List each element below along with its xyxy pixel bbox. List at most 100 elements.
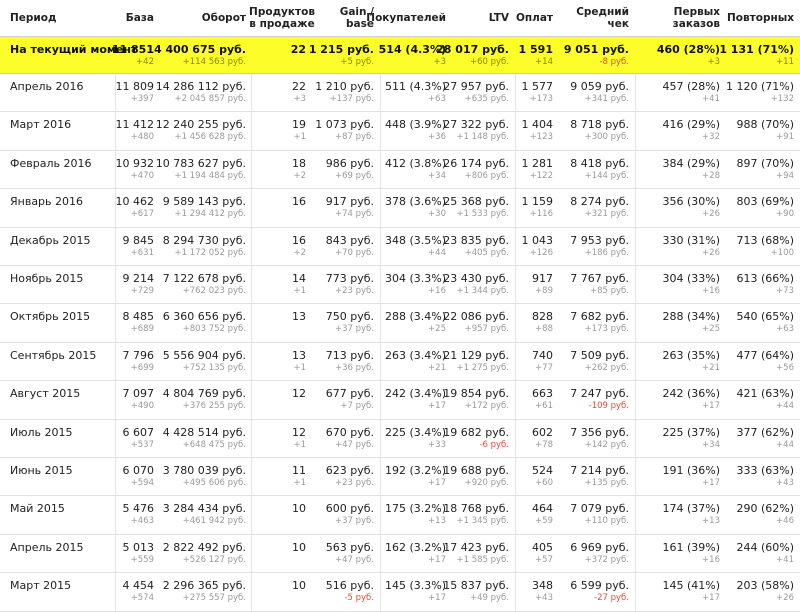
table-row[interactable]: Ноябрь 2015 9 214 +729 7 122 678 руб. +762 0…: [0, 266, 800, 305]
turnover-delta: +1 172 052 руб.: [174, 247, 246, 258]
avg-check-delta: +321 руб.: [584, 209, 629, 220]
cell-turnover: 4 428 514 руб. +648 475 руб.: [160, 420, 252, 457]
cell-repeat-orders: 713 (68%) +100: [726, 228, 800, 265]
header-ltv[interactable]: LTV: [452, 0, 515, 36]
products-value: 18: [292, 156, 306, 170]
buyers-delta: +44: [428, 247, 446, 258]
gain-delta: -5 руб.: [344, 593, 374, 604]
header-repeat-orders[interactable]: Повторных: [726, 0, 800, 36]
table-row[interactable]: Октябрь 2015 8 485 +689 6 360 656 руб. +803 …: [0, 304, 800, 343]
cell-avg-check: 9 059 руб. +341 руб.: [559, 74, 635, 111]
repeat-orders-value: 897 (70%): [736, 156, 794, 170]
products-value: 14: [292, 272, 306, 285]
buyers-delta: +3: [433, 57, 446, 67]
cell-repeat-orders: 613 (66%) +73: [726, 266, 800, 303]
header-base[interactable]: База: [115, 0, 160, 36]
gain-delta: +137 руб.: [329, 94, 374, 104]
table-row[interactable]: Июль 2015 6 607 +537 4 428 514 руб. +648 475…: [0, 420, 800, 458]
cell-ltv: 17 423 руб. +1 585 руб.: [443, 535, 515, 572]
header-buyers[interactable]: Покупателей: [366, 0, 452, 36]
first-orders-value: 356 (30%): [662, 195, 720, 209]
payments-value: 348: [532, 579, 553, 593]
cell-gain: 843 руб. +70 руб.: [312, 228, 380, 265]
gain-delta: +70 руб.: [334, 247, 374, 258]
payments-value: 740: [532, 348, 553, 362]
table-row[interactable]: Январь 2016 10 462 +617 9 589 143 руб. +1 29…: [0, 189, 800, 228]
cell-turnover: 10 783 627 руб. +1 194 484 руб.: [156, 151, 252, 188]
cell-gain: 516 руб. -5 руб.: [312, 573, 380, 610]
avg-check-value: 8 274 руб.: [570, 195, 629, 209]
repeat-orders-delta: +46: [776, 516, 794, 527]
cell-ltv: 19 682 руб. -6 руб.: [443, 420, 515, 457]
gain-delta: +74 руб.: [334, 209, 374, 220]
cell-turnover: 2 296 365 руб. +275 557 руб.: [160, 573, 252, 610]
cell-base: 10 462 +617: [115, 189, 160, 226]
cell-base: 4 454 +574: [115, 573, 160, 610]
gain-delta: +23 руб.: [334, 286, 374, 296]
gain-value: 563 руб.: [325, 540, 374, 554]
table-row[interactable]: Март 2016 11 412 +480 12 240 255 руб. +1 456…: [0, 112, 800, 151]
header-turnover[interactable]: Оборот: [160, 0, 252, 36]
table-row[interactable]: Август 2015 7 097 +490 4 804 769 руб. +376 2…: [0, 381, 800, 420]
turnover-delta: +1 294 412 руб.: [174, 209, 246, 220]
payments-delta: +61: [535, 401, 553, 412]
header-period[interactable]: Период: [0, 0, 115, 36]
header-avg-check[interactable]: Средний чек: [559, 0, 635, 36]
products-value: 10: [292, 502, 306, 516]
period-label: Ноябрь 2015: [10, 272, 84, 285]
base-value: 7 796: [122, 348, 155, 362]
gain-value: 773 руб.: [325, 272, 374, 285]
header-first-orders[interactable]: Первых заказов: [635, 0, 726, 36]
cell-products: 13: [252, 304, 312, 341]
cell-products: 13 +1: [252, 343, 312, 380]
period-label: Октябрь 2015: [10, 310, 91, 324]
cell-payments: 1 404 +123: [515, 112, 559, 149]
ltv-delta: +49 руб.: [469, 593, 509, 604]
cell-turnover: 14 286 112 руб. +2 045 857 руб.: [156, 74, 252, 111]
table-row[interactable]: Июнь 2015 6 070 +594 3 780 039 руб. +495 606…: [0, 458, 800, 497]
cell-period: Май 2015: [0, 496, 115, 533]
cell-period: Август 2015: [0, 381, 115, 418]
table-row[interactable]: Март 2015 4 454 +574 2 296 365 руб. +275 557…: [0, 573, 800, 612]
header-products[interactable]: Продуктов в продаже: [249, 0, 315, 36]
table-row[interactable]: Декабрь 2015 9 845 +631 8 294 730 руб. +1 17…: [0, 228, 800, 266]
avg-check-delta: +186 руб.: [584, 247, 629, 258]
table-row[interactable]: Май 2015 5 476 +463 3 284 434 руб. +461 942 …: [0, 496, 800, 535]
cell-gain: 917 руб. +74 руб.: [312, 189, 380, 226]
table-row[interactable]: Февраль 2016 10 932 +470 10 783 627 руб. +1 …: [0, 151, 800, 190]
current-moment-row: На текущий момент 11 851 +42 14 400 675 р…: [0, 37, 800, 74]
base-value: 9 845: [122, 233, 155, 247]
repeat-orders-value: 1 131 (71%): [719, 43, 794, 56]
buyers-delta: +25: [428, 324, 446, 335]
turnover-delta: +1 456 628 руб.: [174, 132, 246, 143]
table-row[interactable]: Апрель 2015 5 013 +559 2 822 492 руб. +526 1…: [0, 535, 800, 574]
avg-check-delta: +135 руб.: [584, 478, 629, 488]
cell-ltv: 26 174 руб. +806 руб.: [443, 151, 515, 188]
payments-value: 464: [532, 502, 553, 516]
buyers-value: 348 (3.5%): [384, 233, 446, 247]
cell-buyers: 448 (3.9%) +36: [380, 112, 452, 149]
cell-payments: 1 159 +116: [515, 189, 559, 226]
cell-repeat-orders: 897 (70%) +94: [726, 151, 800, 188]
cell-avg-check: 6 599 руб. -27 руб.: [559, 573, 635, 610]
header-payments[interactable]: Оплат: [515, 0, 559, 36]
cell-repeat-orders: 540 (65%) +63: [726, 304, 800, 341]
buyers-value: 304 (3.3%): [384, 272, 446, 285]
table-row[interactable]: Сентябрь 2015 7 796 +699 5 556 904 руб. +752…: [0, 343, 800, 382]
cell-base: 9 214 +729: [115, 266, 160, 303]
cell-buyers: 145 (3.3%) +17: [380, 573, 452, 610]
repeat-orders-delta: +63: [776, 324, 794, 335]
first-orders-value: 242 (36%): [662, 387, 720, 401]
cell-payments: 740 +77: [515, 343, 559, 380]
repeat-orders-value: 803 (69%): [736, 195, 794, 209]
gain-value: 1 073 руб.: [315, 118, 374, 132]
base-value: 7 097: [122, 387, 155, 401]
products-value: 12: [292, 387, 306, 401]
cell-payments: 1 591 +14: [515, 37, 559, 73]
table-row[interactable]: Апрель 2016 11 809 +397 14 286 112 руб. +2 0…: [0, 74, 800, 113]
avg-check-delta: +262 руб.: [584, 362, 629, 373]
ltv-value: 26 174 руб.: [443, 156, 509, 170]
turnover-delta: +803 752 руб.: [182, 324, 246, 335]
payments-delta: +57: [535, 554, 553, 565]
first-orders-value: 225 (37%): [662, 425, 720, 439]
